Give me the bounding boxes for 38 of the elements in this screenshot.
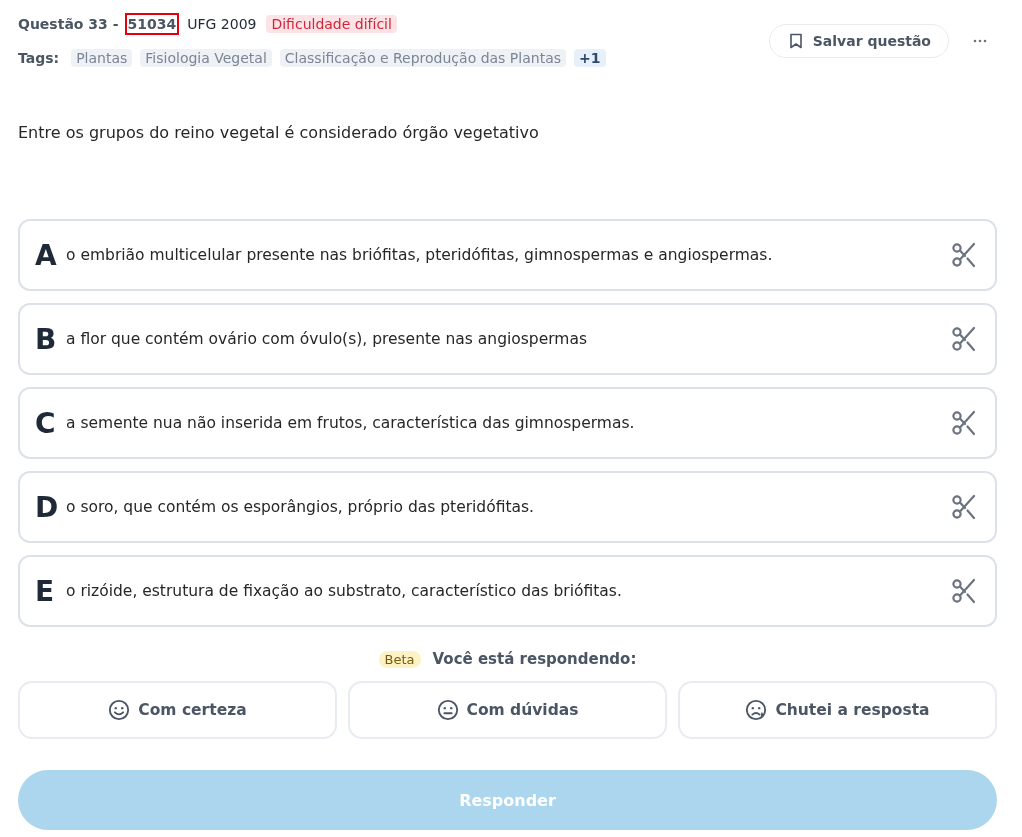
save-question-button[interactable]: Salvar questão <box>768 24 949 58</box>
option-text: o soro, que contém os esporângios, próprio das pteridófitas. <box>66 498 536 516</box>
scissors-icon[interactable] <box>951 241 977 269</box>
option-text: a semente nua não inserida em frutos, característica das gimnospermas. <box>66 414 636 432</box>
more-icon[interactable] <box>973 39 987 43</box>
beta-badge: Beta <box>378 650 421 668</box>
confidence-button[interactable]: Com dúvidas <box>348 681 667 739</box>
answer-option[interactable]: D o soro, que contém os esporângios, próprio das pteridófitas. <box>18 471 997 543</box>
answer-option[interactable]: E o rizóide, estrutura de fixação ao substrato, característico das briófitas. <box>18 555 997 627</box>
bookmark-icon <box>788 33 803 49</box>
answer-option[interactable]: C a semente nua não inserida em frutos, característica das gimnospermas. <box>18 387 997 459</box>
confidence-prompt: Você está respondendo: <box>432 650 637 668</box>
option-text: o rizóide, estrutura de fixação ao substrato, característico das briófitas. <box>66 582 623 600</box>
option-letter: B <box>35 322 58 356</box>
option-letter: E <box>35 574 56 608</box>
answer-option[interactable]: A o embrião multicelular presente nas briófitas, pteridófitas, gimnospermas e angiospermas. <box>18 219 997 291</box>
question-statement: Entre os grupos do reino vegetal é considerado órgão vegetativo <box>18 122 540 144</box>
scissors-icon[interactable] <box>951 577 977 605</box>
tags-label: Tags: <box>18 50 60 66</box>
smiling-face-icon <box>108 699 131 721</box>
neutral-face-icon <box>436 699 459 721</box>
question-number: Questão 33 - <box>18 16 119 32</box>
option-letter: D <box>35 490 60 524</box>
option-letter: C <box>35 406 57 440</box>
scissors-icon[interactable] <box>951 409 977 437</box>
option-letter: A <box>35 238 58 272</box>
option-text: a flor que contém ovário com óvulo(s), presente nas angiospermas <box>66 330 588 348</box>
option-text: o embrião multicelular presente nas briófitas, pteridófitas, gimnospermas e angiospermas. <box>66 246 774 264</box>
question-id: 51034 <box>124 13 180 35</box>
exam-source: UFG 2009 <box>187 16 257 32</box>
worried-face-icon <box>745 699 768 721</box>
difficulty-badge: Dificuldade difícil <box>266 15 397 33</box>
more-tags-badge[interactable]: +1 <box>574 49 606 67</box>
scissors-icon[interactable] <box>951 493 977 521</box>
confidence-button[interactable]: Com certeza <box>18 681 337 739</box>
scissors-icon[interactable] <box>951 325 977 353</box>
answer-option[interactable]: B a flor que contém ovário com óvulo(s), presente nas angiospermas <box>18 303 997 375</box>
confidence-button[interactable]: Chutei a resposta <box>678 681 997 739</box>
